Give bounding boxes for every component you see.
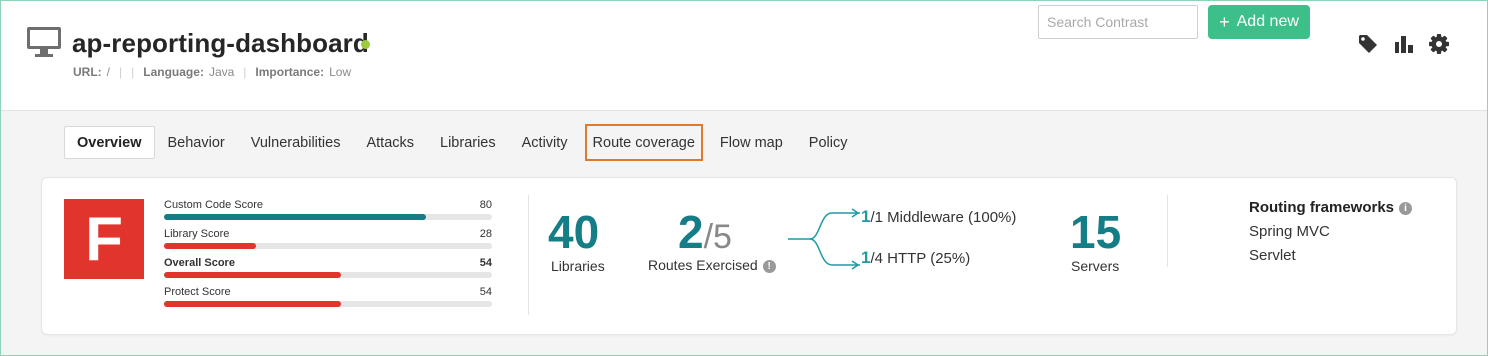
search-input[interactable] [1038,5,1198,39]
language-value: Java [208,65,235,79]
http-text: /4 HTTP (25%) [870,250,971,267]
score-track [164,272,492,278]
score-label: Library Score [164,228,230,240]
score-value: 54 [479,286,492,298]
middleware-text: /1 Middleware (100%) [870,209,1017,226]
framework-item: Servlet [1249,247,1296,264]
route-branch-connector [788,208,860,270]
framework-item: Spring MVC [1249,223,1330,240]
tab-bar: Overview Behavior Vulnerabilities Attack… [64,124,861,161]
score-value: 28 [479,228,492,240]
servers-count[interactable]: 15 [1070,205,1121,259]
tab-overview[interactable]: Overview [64,126,155,159]
tab-flow-map[interactable]: Flow map [707,126,796,159]
servers-caption: Servers [1071,258,1120,274]
score-fill [164,243,256,249]
tab-attacks[interactable]: Attacks [353,126,427,159]
score-track [164,301,492,307]
score-fill [164,214,427,220]
routes-total-value: /5 [703,218,732,256]
add-new-label: Add new [1236,13,1299,30]
importance-value: Low [329,65,352,79]
language-label: Language: [143,65,204,79]
info-icon[interactable]: i [1399,201,1413,215]
score-label: Protect Score [164,286,231,298]
meta-divider: | [119,65,123,79]
add-new-button[interactable]: + Add new [1208,5,1310,39]
plus-icon: + [1219,12,1230,32]
gear-icon[interactable] [1428,33,1450,55]
monitor-icon [27,27,61,57]
section-divider [1167,195,1168,267]
score-track [164,243,492,249]
score-value: 54 [479,257,492,269]
tab-activity[interactable]: Activity [509,126,581,159]
routes-exercised-count[interactable]: 2/5 [678,205,732,259]
http-coverage[interactable]: 1/4 HTTP (25%) [861,248,970,268]
importance-label: Importance: [255,65,325,79]
libraries-caption: Libraries [551,258,605,274]
app-meta: URL: / | | Language: Java | Importance: … [73,65,351,79]
routing-frameworks-title: Routing frameworks i [1249,199,1413,216]
tab-policy[interactable]: Policy [796,126,861,159]
score-label: Custom Code Score [164,199,264,211]
score-fill [164,272,342,278]
bar-chart-icon[interactable] [1393,33,1415,55]
meta-divider: | [243,65,247,79]
score-label: Overall Score [164,257,235,269]
tab-libraries[interactable]: Libraries [427,126,509,159]
libraries-count[interactable]: 40 [548,205,599,259]
routing-frameworks-label: Routing frameworks [1249,199,1395,216]
url-label: URL: [73,65,102,79]
app-title: ap-reporting-dashboard [72,28,369,58]
score-track [164,214,492,220]
status-indicator [361,40,370,49]
meta-divider: | [131,65,135,79]
routes-caption: Routes Exercised! [648,257,776,273]
routes-caption-text: Routes Exercised [648,257,758,273]
routes-exercised-value: 2 [678,206,704,258]
middleware-coverage[interactable]: 1/1 Middleware (100%) [861,207,1016,227]
info-icon[interactable]: ! [762,259,776,273]
score-fill [164,301,342,307]
tag-icon[interactable] [1357,33,1379,55]
tab-behavior[interactable]: Behavior [155,126,238,159]
score-value: 80 [479,199,492,211]
url-value: / [106,65,111,79]
tab-route-coverage[interactable]: Route coverage [584,124,703,161]
tab-vulnerabilities[interactable]: Vulnerabilities [238,126,354,159]
security-grade-badge: F [64,199,144,279]
section-divider [528,195,529,315]
